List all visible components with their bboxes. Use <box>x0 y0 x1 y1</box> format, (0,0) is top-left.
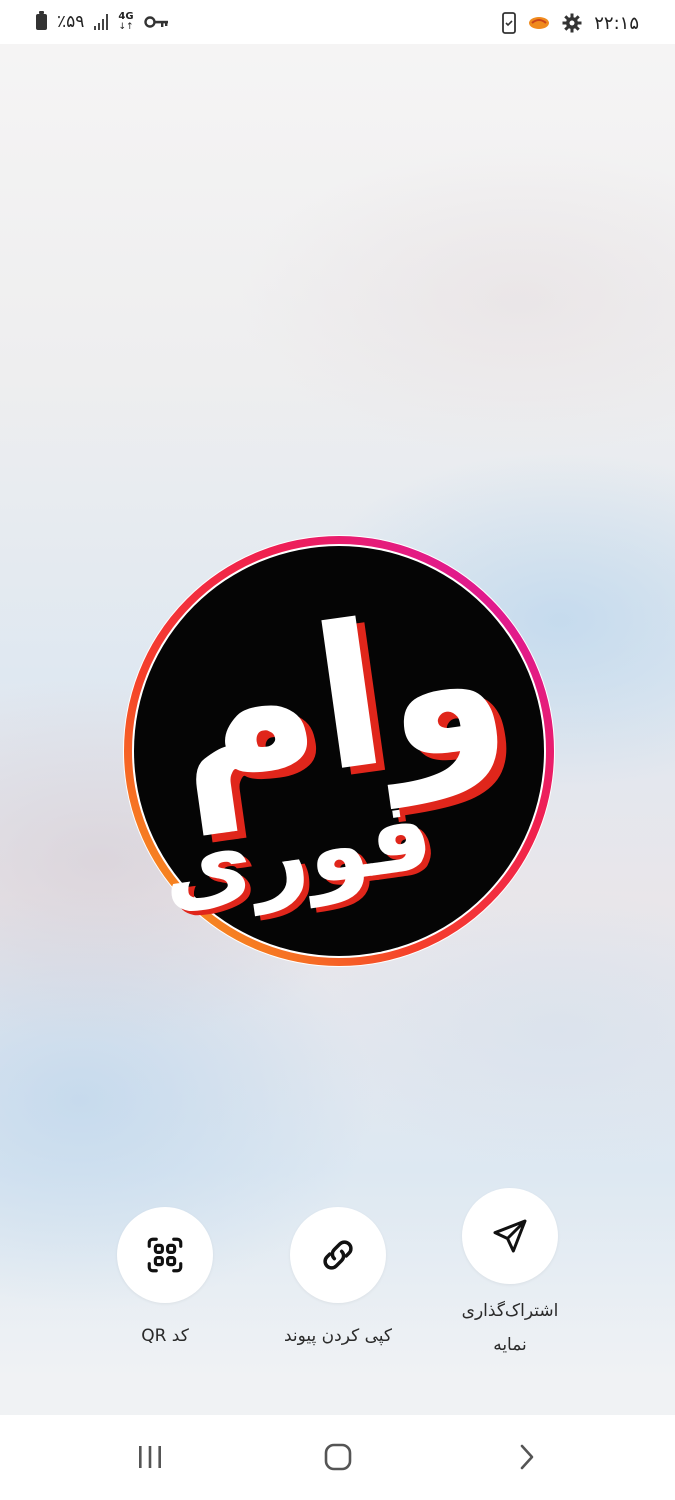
share-profile-screen: ٪۵۹ 4G ↓↑ ۲۲:۱۵ وام وام فوری فوری اشتراک… <box>0 0 675 1500</box>
copy-link-button[interactable] <box>290 1207 386 1303</box>
profile-logo: وام وام فوری فوری <box>123 535 555 967</box>
copy-link-label: کپی کردن پیوند <box>283 1326 393 1346</box>
battery-icon <box>36 11 47 30</box>
system-navigation-bar <box>0 1415 675 1500</box>
home-button[interactable] <box>308 1437 368 1477</box>
qr-code-action[interactable]: کد QR <box>75 1207 255 1353</box>
send-icon <box>493 1219 527 1253</box>
status-right-group: ۲۲:۱۵ <box>502 12 639 34</box>
home-icon <box>324 1443 352 1471</box>
share-profile-button[interactable] <box>462 1188 558 1284</box>
share-profile-label: اشتراک‌گذاری نمایه <box>461 1301 559 1355</box>
status-bar: ٪۵۹ 4G ↓↑ ۲۲:۱۵ <box>0 0 675 44</box>
qr-scan-icon <box>147 1237 183 1273</box>
copy-link-action[interactable]: کپی کردن پیوند <box>248 1207 428 1353</box>
status-left-group: ٪۵۹ 4G ↓↑ <box>36 11 170 33</box>
network-type-indicator: 4G ↓↑ <box>118 11 134 33</box>
share-profile-action[interactable]: اشتراک‌گذاری نمایه <box>420 1188 600 1362</box>
settings-gear-icon <box>562 13 582 33</box>
status-time: ۲۲:۱۵ <box>594 12 639 34</box>
qr-code-label: کد QR <box>141 1326 189 1346</box>
back-button[interactable] <box>497 1437 557 1477</box>
back-icon <box>520 1444 534 1470</box>
recent-apps-icon <box>139 1446 161 1468</box>
phone-check-icon <box>502 12 517 34</box>
qr-code-button[interactable] <box>117 1207 213 1303</box>
app-notification-icon <box>529 17 550 29</box>
recent-apps-button[interactable] <box>120 1437 180 1477</box>
vpn-key-icon <box>143 16 168 28</box>
battery-percent: ٪۵۹ <box>57 12 85 32</box>
link-icon <box>323 1240 353 1270</box>
signal-bars-icon <box>94 14 109 30</box>
